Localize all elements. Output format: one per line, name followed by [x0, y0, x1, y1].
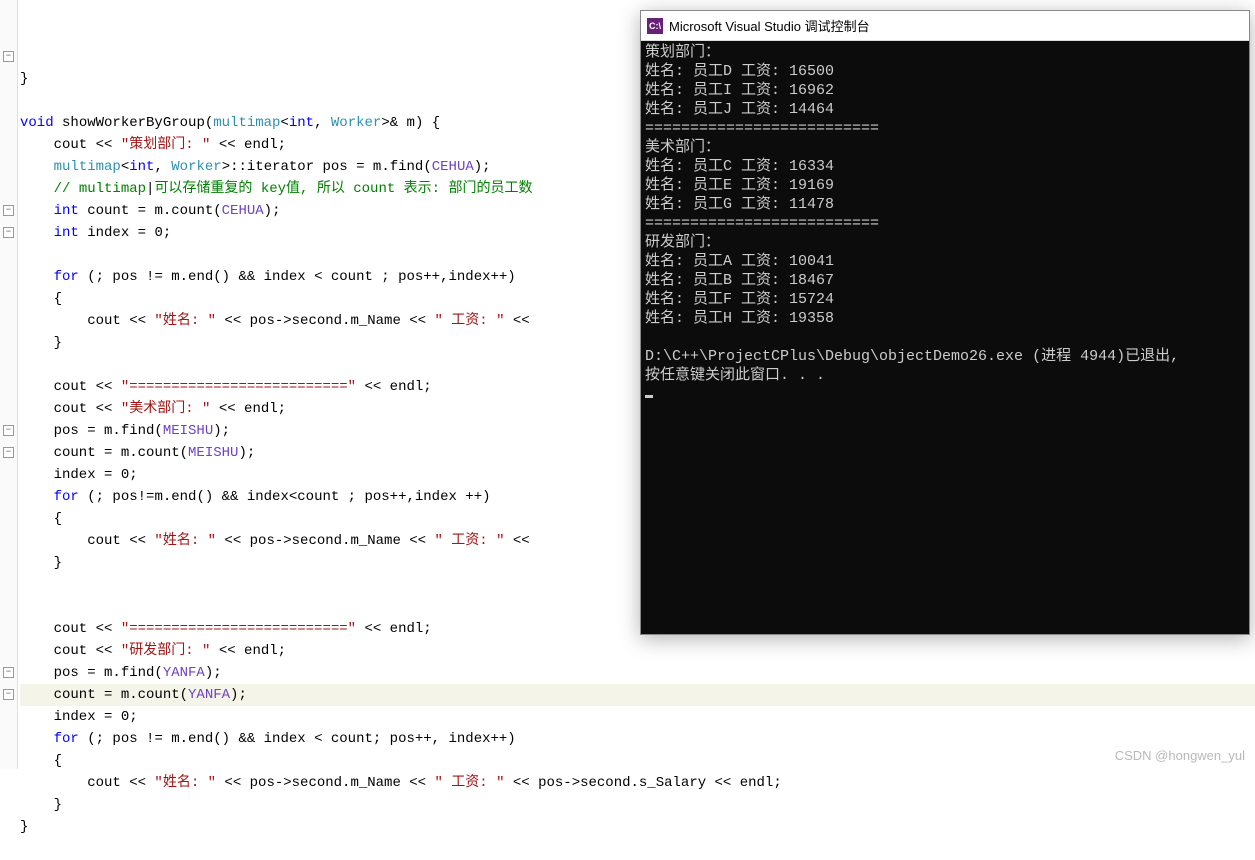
code-line[interactable]: count = m.count(YANFA); — [20, 684, 1255, 706]
fold-toggle-icon[interactable]: − — [3, 51, 14, 62]
editor-gutter: − − − − − − − — [0, 0, 18, 769]
fold-toggle-icon[interactable]: − — [3, 205, 14, 216]
code-line[interactable]: cout << "姓名: " << pos->second.m_Name << … — [20, 772, 1255, 794]
watermark: CSDN @hongwen_yul — [1115, 748, 1245, 763]
code-line[interactable]: } — [20, 816, 1255, 838]
console-titlebar[interactable]: C:\ Microsoft Visual Studio 调试控制台 — [641, 11, 1249, 41]
fold-toggle-icon[interactable]: − — [3, 425, 14, 436]
fold-toggle-icon[interactable]: − — [3, 227, 14, 238]
code-line[interactable]: for (; pos != m.end() && index < count; … — [20, 728, 1255, 750]
code-line[interactable]: index = 0; — [20, 706, 1255, 728]
fold-toggle-icon[interactable]: − — [3, 689, 14, 700]
console-title-icon: C:\ — [647, 18, 663, 34]
fold-toggle-icon[interactable]: − — [3, 447, 14, 458]
code-line[interactable]: } — [20, 794, 1255, 816]
debug-console-window: C:\ Microsoft Visual Studio 调试控制台 策划部门： … — [640, 10, 1250, 635]
console-title: Microsoft Visual Studio 调试控制台 — [669, 16, 870, 35]
console-cursor — [645, 395, 653, 398]
console-output[interactable]: 策划部门： 姓名: 员工D 工资: 16500 姓名: 员工I 工资: 1696… — [641, 41, 1249, 406]
code-line[interactable]: pos = m.find(YANFA); — [20, 662, 1255, 684]
fold-toggle-icon[interactable]: − — [3, 667, 14, 678]
code-line[interactable]: cout << "研发部门: " << endl; — [20, 640, 1255, 662]
